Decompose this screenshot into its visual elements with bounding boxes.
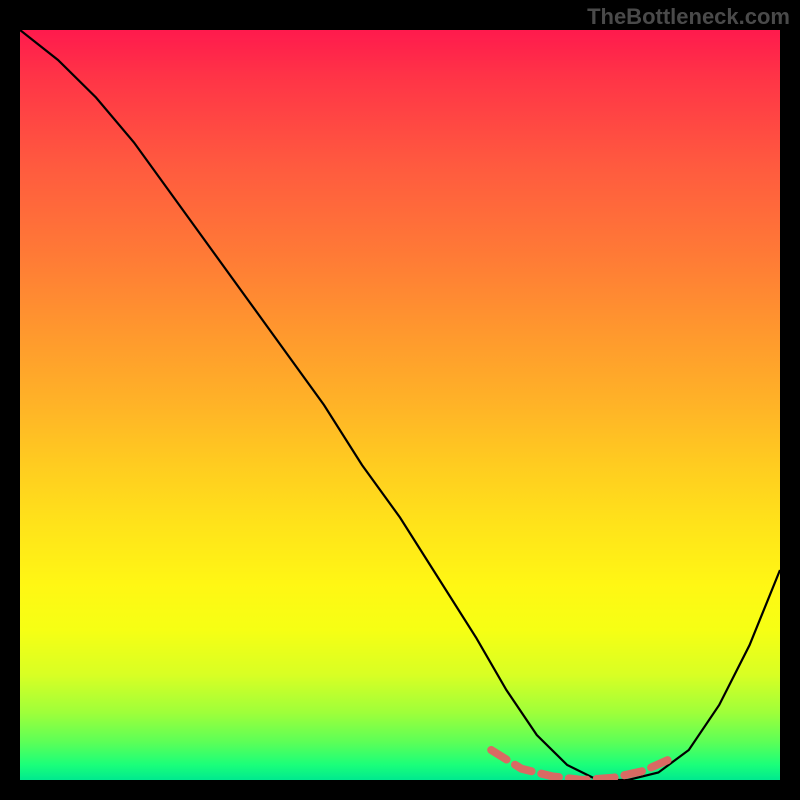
chart-canvas: TheBottleneck.com: [0, 0, 800, 800]
plot-area: [20, 30, 780, 780]
bottleneck-curve: [20, 30, 780, 780]
curve-layer: [20, 30, 780, 780]
watermark-text: TheBottleneck.com: [587, 4, 790, 30]
